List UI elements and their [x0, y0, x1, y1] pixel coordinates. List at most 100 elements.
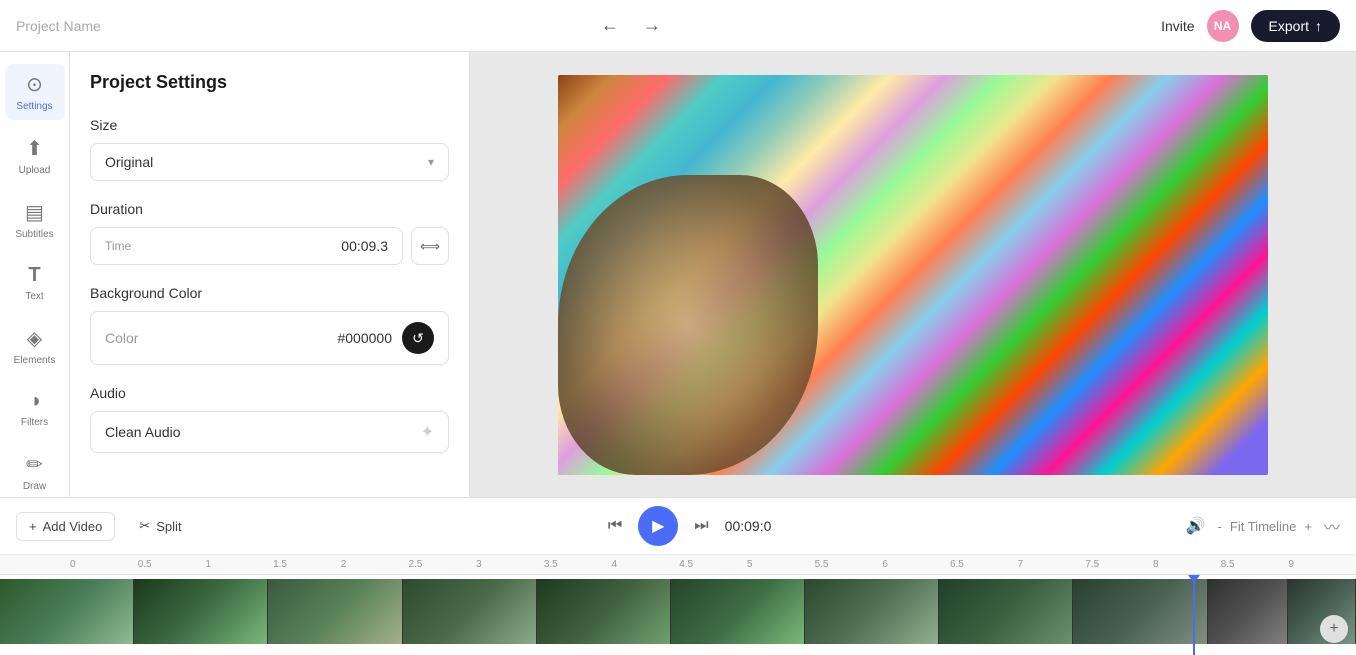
header-left: Project Name: [16, 18, 101, 34]
track-thumbnail[interactable]: [805, 579, 939, 644]
upload-icon: ⬆: [26, 136, 43, 161]
add-track-button[interactable]: +: [1320, 615, 1348, 643]
ruler-mark: 7: [1018, 559, 1086, 570]
split-icon: ✂: [139, 518, 150, 534]
audio-label: Audio: [90, 385, 449, 401]
track-thumbnail[interactable]: [134, 579, 268, 644]
sidebar-label-subtitles: Subtitles: [15, 229, 53, 240]
export-button[interactable]: Export ↑: [1251, 10, 1340, 42]
color-hex-value: #000000: [337, 330, 392, 346]
sidebar-label-upload: Upload: [19, 165, 51, 176]
size-section: Size Original ▾: [90, 117, 449, 181]
sidebar-item-elements[interactable]: ◈ Elements: [5, 318, 65, 374]
undo-button[interactable]: ←: [593, 11, 627, 40]
duration-section: Duration Time 00:09.3 ⟺: [90, 201, 449, 265]
track-thumbnail[interactable]: [268, 579, 402, 644]
split-button[interactable]: ✂ Split: [127, 512, 193, 540]
duration-field[interactable]: Time 00:09.3: [90, 227, 403, 265]
ruler-mark: 8: [1153, 559, 1221, 570]
skip-back-button[interactable]: ⏮: [608, 517, 622, 535]
project-name: Project Name: [16, 18, 101, 34]
settings-panel: Project Settings Size Original ▾ Duratio…: [70, 52, 470, 497]
time-value: 00:09.3: [341, 238, 388, 254]
sidebar-label-text: Text: [25, 291, 43, 302]
duration-label: Duration: [90, 201, 449, 217]
ruler-mark: 7.5: [1085, 559, 1153, 570]
fit-timeline-label: Fit Timeline: [1230, 519, 1296, 534]
draw-icon: ✏: [26, 452, 43, 477]
timeline-track[interactable]: [0, 579, 1356, 644]
export-label: Export: [1269, 18, 1309, 34]
add-icon: +: [29, 519, 37, 534]
avatar: NA: [1207, 10, 1239, 42]
sidebar-item-draw[interactable]: ✏ Draw: [5, 444, 65, 497]
ruler-mark: 0.5: [138, 559, 206, 570]
export-icon: ↑: [1315, 18, 1322, 34]
ruler-mark: 9: [1288, 559, 1356, 570]
track-thumbnail[interactable]: [1208, 579, 1289, 644]
filters-icon: ◑: [28, 390, 40, 413]
invite-button[interactable]: Invite: [1161, 18, 1194, 34]
sidebar-label-elements: Elements: [14, 355, 56, 366]
size-select[interactable]: Original ▾: [90, 143, 449, 181]
track-thumbnail[interactable]: [671, 579, 805, 644]
track-thumbnail[interactable]: [537, 579, 671, 644]
ruler-mark: 8.5: [1221, 559, 1289, 570]
color-label: Color: [105, 330, 138, 346]
volume-button[interactable]: 🔊: [1186, 516, 1206, 536]
track-thumbnail[interactable]: [939, 579, 1073, 644]
sidebar-item-settings[interactable]: ⊙ Settings: [5, 64, 65, 120]
ruler-mark: 1.5: [273, 559, 341, 570]
audio-box[interactable]: Clean Audio ✦: [90, 411, 449, 453]
size-label: Size: [90, 117, 449, 133]
audio-section: Audio Clean Audio ✦: [90, 385, 449, 453]
timeline-area: 00.511.522.533.544.555.566.577.588.59 +: [0, 555, 1356, 655]
audio-value: Clean Audio: [105, 424, 181, 440]
app-header: Project Name ← → Invite NA Export ↑: [0, 0, 1356, 52]
color-picker-icon: ↺: [412, 330, 424, 347]
ruler-mark: 6.5: [950, 559, 1018, 570]
sidebar-item-text[interactable]: T Text: [5, 256, 65, 310]
ruler-mark: 6: [882, 559, 950, 570]
preview-area: [470, 52, 1356, 497]
main-area: ⊙ Settings ⬆ Upload ▤ Subtitles T Text ◈…: [0, 52, 1356, 497]
settings-icon: ⊙: [26, 72, 43, 97]
add-video-button[interactable]: + Add Video: [16, 512, 115, 541]
controls-right: 🔊 - Fit Timeline + 〰: [1186, 514, 1340, 538]
swap-button[interactable]: ⟺: [411, 227, 449, 265]
sidebar-label-draw: Draw: [23, 481, 46, 492]
elements-icon: ◈: [27, 326, 42, 351]
video-frame: [558, 75, 1268, 475]
background-color-label: Background Color: [90, 285, 449, 301]
ruler-mark: 3: [476, 559, 544, 570]
playhead: [1193, 575, 1195, 655]
header-right: Invite NA Export ↑: [1161, 10, 1340, 42]
waveform-button[interactable]: 〰: [1324, 514, 1340, 538]
ruler-mark: 4: [612, 559, 680, 570]
skip-forward-button[interactable]: ⏭: [694, 517, 708, 535]
play-button[interactable]: ▶: [638, 506, 678, 546]
ruler-mark: 2.5: [408, 559, 476, 570]
text-icon: T: [28, 264, 40, 287]
track-thumbnail[interactable]: [0, 579, 134, 644]
redo-button[interactable]: →: [635, 11, 669, 40]
background-color-section: Background Color Color #000000 ↺: [90, 285, 449, 365]
track-thumbnail[interactable]: [403, 579, 537, 644]
header-nav: ← →: [593, 11, 669, 40]
color-row: Color #000000 ↺: [90, 311, 449, 365]
sidebar-item-subtitles[interactable]: ▤ Subtitles: [5, 192, 65, 248]
chevron-down-icon: ▾: [428, 155, 434, 169]
color-right: #000000 ↺: [337, 322, 434, 354]
color-picker-button[interactable]: ↺: [402, 322, 434, 354]
panel-title: Project Settings: [90, 72, 449, 93]
track-thumbnail[interactable]: [1073, 579, 1207, 644]
ruler-marks: 00.511.522.533.544.555.566.577.588.59: [70, 559, 1356, 570]
minus-button[interactable]: -: [1218, 519, 1222, 534]
sidebar-item-upload[interactable]: ⬆ Upload: [5, 128, 65, 184]
sidebar-item-filters[interactable]: ◑ Filters: [5, 382, 65, 436]
video-preview: [558, 75, 1268, 475]
sidebar-icons: ⊙ Settings ⬆ Upload ▤ Subtitles T Text ◈…: [0, 52, 70, 497]
plus-button[interactable]: +: [1304, 519, 1312, 534]
time-label: Time: [105, 239, 131, 253]
ruler-mark: 5: [747, 559, 815, 570]
